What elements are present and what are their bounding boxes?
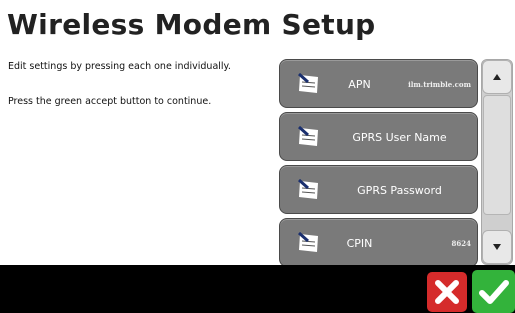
- instruction-edit: Edit settings by pressing each one indiv…: [8, 61, 231, 72]
- arrow-up-icon: [493, 74, 501, 80]
- edit-note-icon: [298, 73, 318, 93]
- instruction-accept: Press the green accept button to continu…: [8, 96, 212, 107]
- scroll-up-button[interactable]: [482, 60, 512, 94]
- settings-list: APN ilm.trimble.com GPRS User Name GPRS …: [279, 59, 479, 265]
- modem-setup-screen: Wireless Modem Setup Edit settings by pr…: [0, 0, 515, 265]
- apn-label: APN: [348, 78, 371, 91]
- apn-setting-button[interactable]: APN ilm.trimble.com: [279, 59, 478, 108]
- settings-scrollbar[interactable]: [481, 59, 513, 265]
- gprs-user-name-label: GPRS User Name: [352, 131, 447, 144]
- scroll-thumb[interactable]: [483, 95, 511, 215]
- edit-note-icon: [298, 126, 318, 146]
- cpin-value: 8624: [451, 239, 471, 248]
- arrow-down-icon: [493, 244, 501, 250]
- cpin-setting-button[interactable]: CPIN 8624: [279, 218, 478, 265]
- gprs-user-name-setting-button[interactable]: GPRS User Name: [279, 112, 478, 161]
- gprs-password-setting-button[interactable]: GPRS Password: [279, 165, 478, 214]
- cpin-label: CPIN: [346, 237, 373, 250]
- x-icon: [435, 280, 459, 304]
- page-title: Wireless Modem Setup: [7, 8, 376, 41]
- scroll-down-button[interactable]: [482, 230, 512, 264]
- gprs-password-label: GPRS Password: [357, 184, 442, 197]
- cancel-button[interactable]: [427, 272, 467, 312]
- apn-value: ilm.trimble.com: [408, 80, 471, 89]
- edit-note-icon: [298, 179, 318, 199]
- accept-button[interactable]: [472, 270, 515, 313]
- edit-note-icon: [298, 232, 318, 252]
- checkmark-icon: [478, 279, 509, 304]
